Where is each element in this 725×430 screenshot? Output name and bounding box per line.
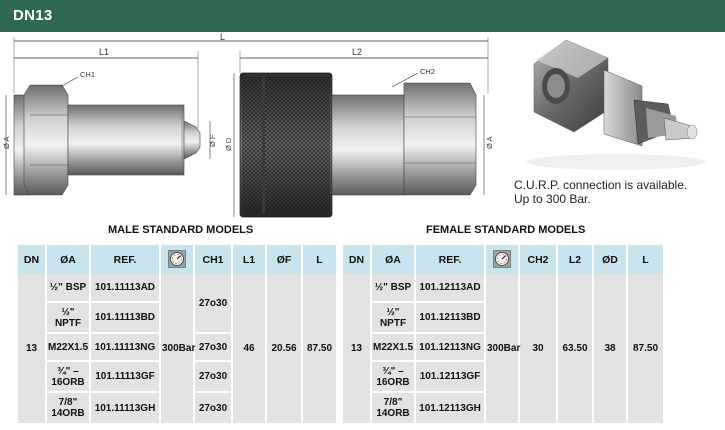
ch1-label: CH1 bbox=[80, 70, 95, 79]
male-ref-cell: 101.11113AD bbox=[90, 274, 161, 302]
male-l-cell: 87.50 bbox=[302, 274, 336, 423]
female-header-row: DN ØA REF. CH2 L2 ØD L bbox=[343, 245, 663, 274]
pressure-gauge-icon bbox=[493, 250, 511, 268]
female-ch2-cell: 30 bbox=[519, 274, 558, 423]
female-pressure-cell: 300Bar bbox=[485, 274, 520, 423]
female-models-table: DN ØA REF. CH2 L2 ØD L 13 ½" BSP 101.121… bbox=[343, 245, 663, 423]
table-row: 13 ½" BSP 101.11113AD 300Bar 27o30 46 20… bbox=[18, 274, 336, 423]
male-ref-cell: 101.11113GF bbox=[90, 360, 161, 392]
diameter-D: Ø D bbox=[224, 73, 235, 217]
female-ref-cell: 101.12113AD bbox=[415, 274, 486, 302]
header-bar: DN13 bbox=[0, 0, 725, 32]
note-line-1: C.U.R.P. connection is available. bbox=[514, 178, 688, 192]
oa-right-label: Ø A bbox=[485, 136, 494, 149]
male-oa-cell: ¾" – 16ORB bbox=[46, 360, 91, 392]
female-header-ref: REF. bbox=[415, 245, 486, 274]
diameter-A-left: Ø A bbox=[2, 95, 11, 195]
technical-drawing: L L1 L2 CH1 Ø A Ø F CH2 Ø D Ø A bbox=[2, 33, 494, 218]
of-label: Ø F bbox=[208, 134, 217, 147]
diameter-F: Ø F bbox=[208, 121, 217, 159]
male-oa-cell: ½" BSP bbox=[46, 274, 91, 302]
table-row: 13 ½" BSP 101.12113AD 300Bar 30 63.50 38… bbox=[343, 274, 663, 423]
male-header-row: DN ØA REF. CH1 L1 ØF L bbox=[18, 245, 336, 274]
female-oa-cell: M22X1.5 bbox=[371, 332, 416, 361]
male-dn-cell: 13 bbox=[18, 274, 47, 423]
male-header-l1: L1 bbox=[232, 245, 267, 274]
male-ref-cell: 101.11113BD bbox=[90, 301, 161, 333]
male-header-dn: DN bbox=[18, 245, 47, 274]
female-od-cell: 38 bbox=[593, 274, 628, 423]
female-header-dn: DN bbox=[343, 245, 372, 274]
male-models-table: DN ØA REF. CH1 L1 ØF L 13 ½" BSP 101.111… bbox=[18, 245, 336, 423]
male-of-cell: 20.56 bbox=[266, 274, 303, 423]
male-pressure-cell: 300Bar bbox=[160, 274, 195, 423]
male-oa-cell: ½" NPTF bbox=[46, 301, 91, 333]
male-l1-cell: 46 bbox=[232, 274, 267, 423]
dim-L-label: L bbox=[220, 33, 225, 42]
male-header-ch1: CH1 bbox=[194, 245, 233, 274]
female-oa-cell: ¾" – 16ORB bbox=[371, 360, 416, 392]
diameter-A-right: Ø A bbox=[483, 95, 494, 195]
female-ref-cell: 101.12113NG bbox=[415, 332, 486, 361]
female-header-l2: L2 bbox=[557, 245, 594, 274]
male-coupling-drawing: CH1 bbox=[13, 70, 201, 196]
male-header-oa: ØA bbox=[46, 245, 91, 274]
female-dn-cell: 13 bbox=[343, 274, 372, 423]
female-header-od: ØD bbox=[593, 245, 628, 274]
male-header-ref: REF. bbox=[90, 245, 161, 274]
ch2-label: CH2 bbox=[420, 67, 435, 76]
note-line-2: Up to 300 Bar. bbox=[514, 192, 591, 206]
female-oa-cell: ½" BSP bbox=[371, 274, 416, 302]
male-header-pressure bbox=[160, 245, 195, 274]
male-header-of: ØF bbox=[266, 245, 303, 274]
dimension-L2: L2 bbox=[239, 47, 488, 73]
female-l2-cell: 63.50 bbox=[557, 274, 594, 423]
od-label: Ø D bbox=[224, 137, 233, 151]
female-section-title: FEMALE STANDARD MODELS bbox=[426, 224, 586, 236]
dim-L1-label: L1 bbox=[99, 47, 109, 57]
male-oa-cell: 7/8" 14ORB bbox=[46, 391, 91, 423]
dim-L2-label: L2 bbox=[352, 47, 362, 57]
male-ch1-cell: 27o30 bbox=[194, 332, 233, 361]
female-coupling-drawing: CH2 bbox=[239, 67, 477, 218]
oa-left-label: Ø A bbox=[2, 136, 11, 149]
male-ch1-cell: 27o30 bbox=[194, 391, 233, 423]
female-header-oa: ØA bbox=[371, 245, 416, 274]
male-ch1-cell: 27o30 bbox=[194, 274, 233, 333]
coupling-3d-render bbox=[526, 39, 706, 170]
male-oa-cell: M22X1.5 bbox=[46, 332, 91, 361]
male-ref-cell: 101.11113NG bbox=[90, 332, 161, 361]
female-oa-cell: 7/8" 14ORB bbox=[371, 391, 416, 423]
female-header-ch2: CH2 bbox=[519, 245, 558, 274]
female-oa-cell: ½" NPTF bbox=[371, 301, 416, 333]
page-title: DN13 bbox=[13, 7, 53, 24]
female-header-l: L bbox=[627, 245, 663, 274]
male-section-title: MALE STANDARD MODELS bbox=[108, 224, 254, 236]
pressure-gauge-icon bbox=[168, 250, 186, 268]
male-header-l: L bbox=[302, 245, 336, 274]
male-ref-cell: 101.11113GH bbox=[90, 391, 161, 423]
female-ref-cell: 101.12113GH bbox=[415, 391, 486, 423]
female-ref-cell: 101.12113BD bbox=[415, 301, 486, 333]
female-ref-cell: 101.12113GF bbox=[415, 360, 486, 392]
female-header-pressure bbox=[485, 245, 520, 274]
curp-note: C.U.R.P. connection is available. Up to … bbox=[514, 178, 687, 206]
female-l-cell: 87.50 bbox=[627, 274, 663, 423]
male-ch1-cell: 27o30 bbox=[194, 360, 233, 392]
